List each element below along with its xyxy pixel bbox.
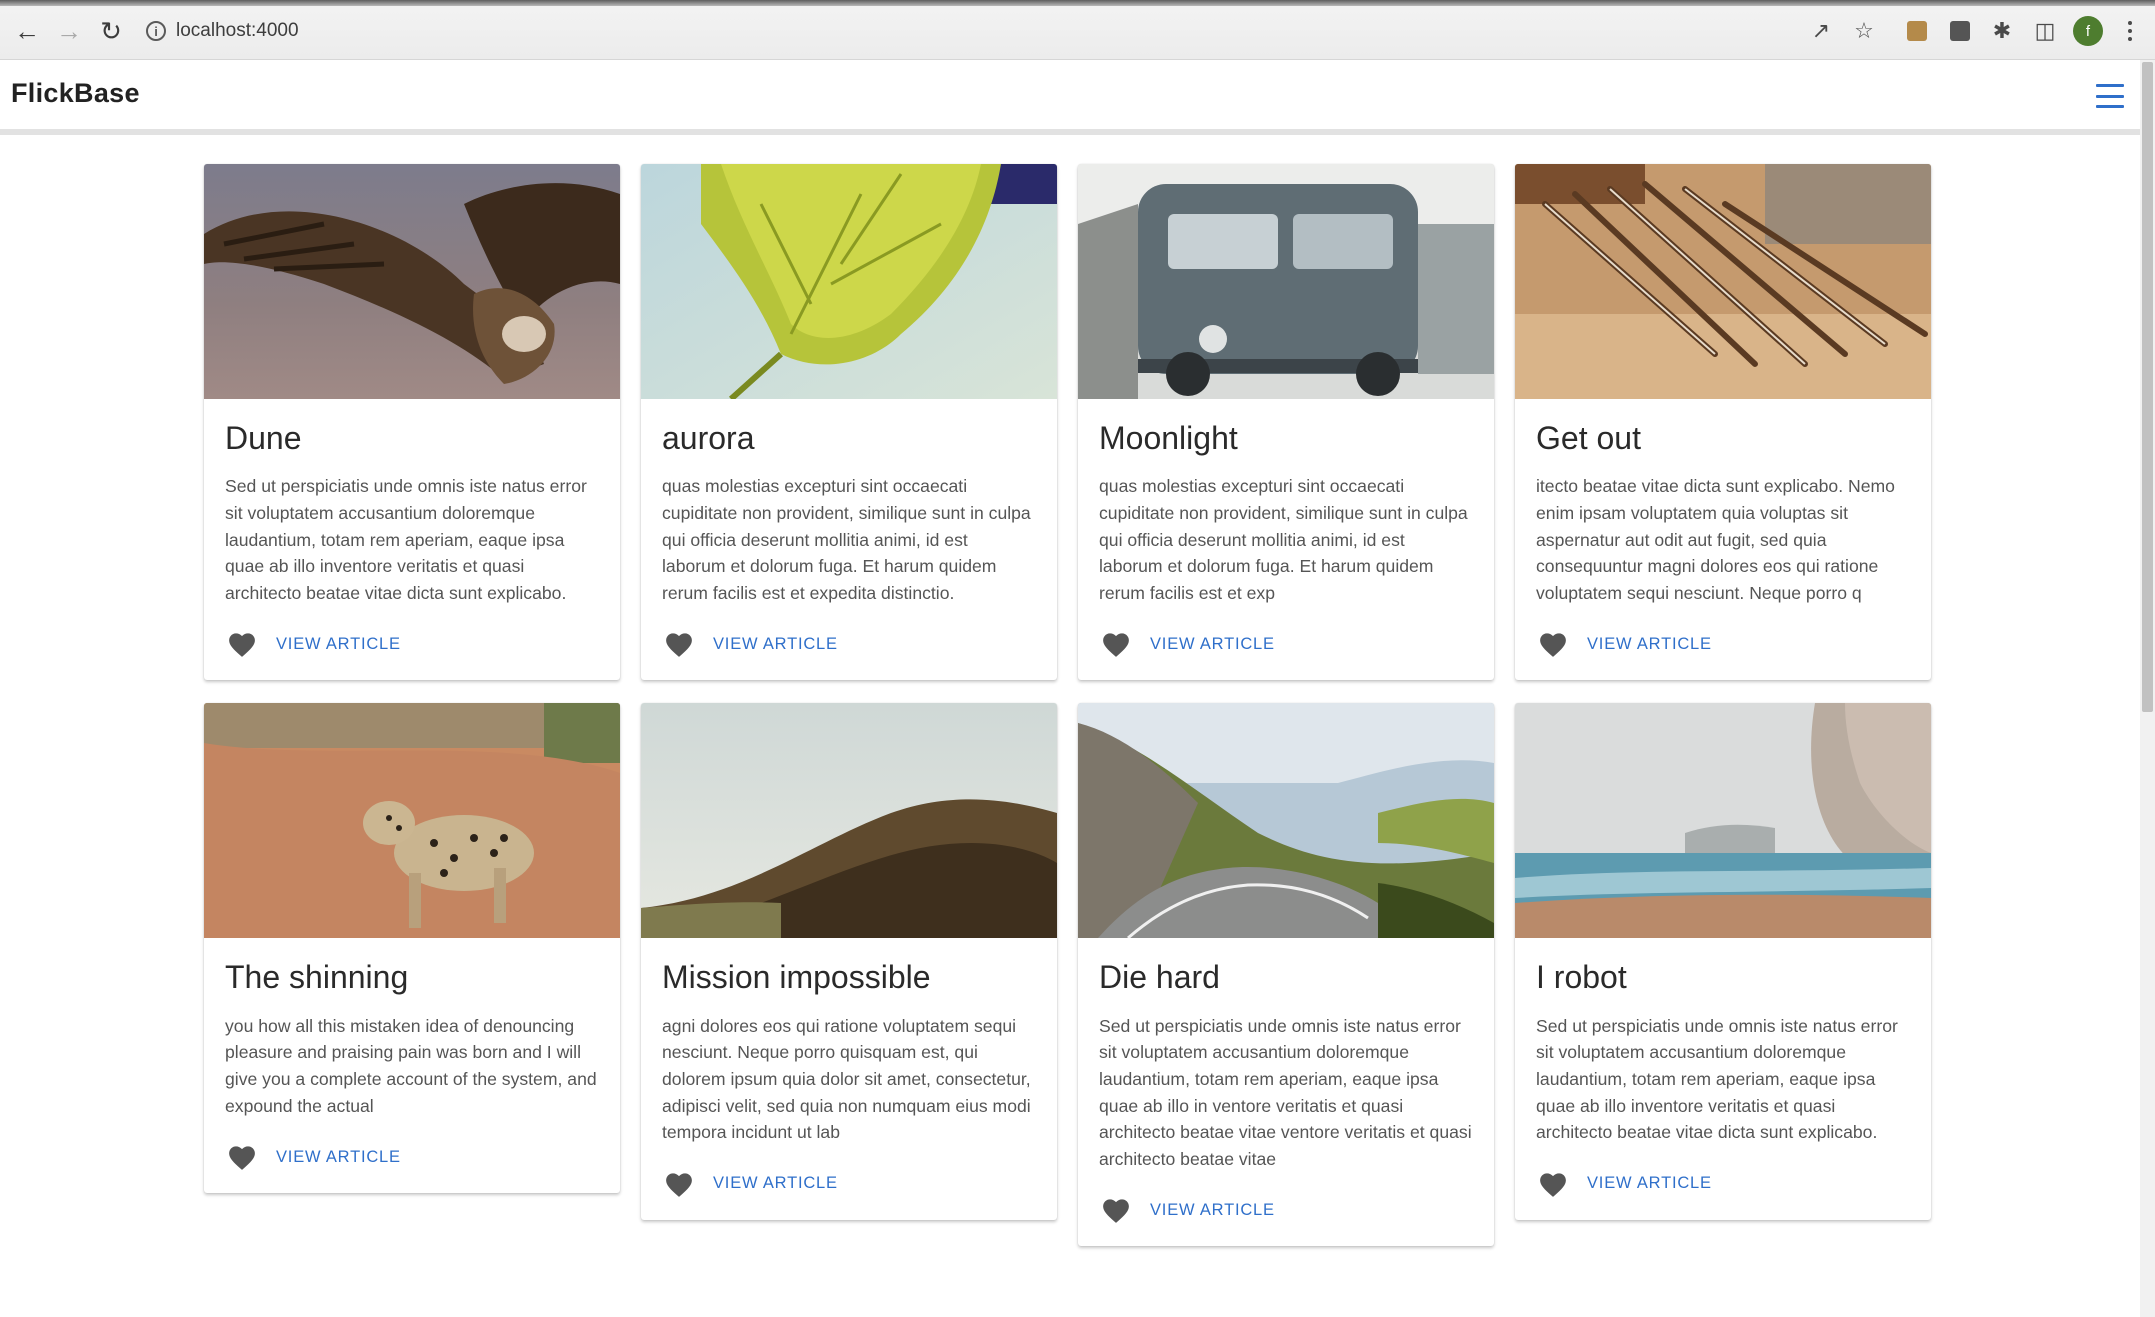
heart-icon[interactable]: [664, 1170, 694, 1198]
site-info-icon[interactable]: i: [146, 21, 166, 41]
share-icon[interactable]: ↗: [1808, 18, 1834, 44]
article-card: Get out itecto beatae vitae dicta sunt e…: [1515, 164, 1931, 681]
article-title: Die hard: [1099, 959, 1220, 996]
heart-icon[interactable]: [227, 630, 257, 658]
article-excerpt: itecto beatae vitae dicta sunt explicabo…: [1536, 476, 1895, 603]
forward-arrow-icon[interactable]: →: [52, 14, 86, 48]
scrollbar-thumb[interactable]: [2142, 62, 2153, 712]
heart-icon[interactable]: [1101, 1196, 1131, 1224]
browser-menu-icon[interactable]: [2122, 16, 2138, 46]
article-title: aurora: [662, 420, 755, 456]
article-image[interactable]: [1078, 703, 1494, 939]
article-image[interactable]: [204, 703, 620, 939]
article-title: Mission impossible: [662, 959, 931, 996]
brand-logo[interactable]: FlickBase: [11, 78, 140, 109]
article-excerpt: quas molestias excepturi sint occaecati …: [662, 476, 1031, 603]
reload-icon[interactable]: ↻: [94, 14, 128, 48]
article-title: Get out: [1536, 420, 1641, 456]
article-excerpt: Sed ut perspiciatis unde omnis iste natu…: [1099, 1015, 1472, 1169]
address-bar[interactable]: i localhost:4000: [146, 14, 299, 48]
hamburger-menu-icon[interactable]: [2096, 84, 2124, 108]
heart-icon[interactable]: [1538, 630, 1568, 658]
article-card: I robot Sed ut perspiciatis unde omnis i…: [1515, 703, 1931, 1220]
article-excerpt: quas molestias excepturi sint occaecati …: [1099, 476, 1468, 603]
view-article-button[interactable]: VIEW ARTICLE: [1150, 635, 1275, 654]
article-title: I robot: [1536, 959, 1627, 996]
profile-avatar[interactable]: f: [2073, 16, 2103, 46]
view-article-button[interactable]: VIEW ARTICLE: [1587, 1174, 1712, 1193]
view-article-button[interactable]: VIEW ARTICLE: [713, 635, 838, 654]
article-image[interactable]: [641, 703, 1057, 939]
heart-icon[interactable]: [664, 630, 694, 658]
article-excerpt: Sed ut perspiciatis unde omnis iste natu…: [1536, 1015, 1898, 1143]
article-card: Die hard Sed ut perspiciatis unde omnis …: [1078, 703, 1494, 1247]
article-title: Moonlight: [1099, 420, 1238, 456]
article-grid: Dune Sed ut perspiciatis unde omnis iste…: [204, 164, 1931, 1247]
view-article-button[interactable]: VIEW ARTICLE: [713, 1174, 838, 1193]
extension-icon[interactable]: [1904, 18, 1930, 44]
article-title: Dune: [225, 420, 302, 456]
article-card: Dune Sed ut perspiciatis unde omnis iste…: [204, 164, 620, 681]
view-article-button[interactable]: VIEW ARTICLE: [276, 635, 401, 654]
article-card: aurora quas molestias excepturi sint occ…: [641, 164, 1057, 681]
article-image[interactable]: [1515, 703, 1931, 939]
article-image[interactable]: [204, 164, 620, 399]
heart-icon[interactable]: [227, 1143, 257, 1171]
article-card: Moonlight quas molestias excepturi sint …: [1078, 164, 1494, 681]
browser-toolbar: ← → ↻ i localhost:4000 ↗ ☆ ✱ ◫ f: [0, 0, 2155, 60]
article-card: Mission impossible agni dolores eos qui …: [641, 703, 1057, 1220]
article-excerpt: Sed ut perspiciatis unde omnis iste natu…: [225, 476, 587, 603]
heart-icon[interactable]: [1538, 1170, 1568, 1198]
back-arrow-icon[interactable]: ←: [10, 14, 44, 48]
article-image[interactable]: [1515, 164, 1931, 399]
article-excerpt: agni dolores eos qui ratione voluptatem …: [662, 1015, 1031, 1143]
article-excerpt: you how all this mistaken idea of denoun…: [225, 1015, 597, 1116]
url-text: localhost:4000: [176, 20, 299, 41]
article-card: The shinning you how all this mistaken i…: [204, 703, 620, 1194]
heart-icon[interactable]: [1101, 630, 1131, 658]
view-article-button[interactable]: VIEW ARTICLE: [276, 1148, 401, 1167]
article-title: The shinning: [225, 959, 409, 996]
view-article-button[interactable]: VIEW ARTICLE: [1587, 635, 1712, 654]
article-image[interactable]: [641, 164, 1057, 399]
app-header: FlickBase: [0, 60, 2140, 135]
bookmark-star-icon[interactable]: ☆: [1851, 18, 1877, 44]
article-image[interactable]: [1078, 164, 1494, 399]
view-article-button[interactable]: VIEW ARTICLE: [1150, 1201, 1275, 1220]
extension-icon[interactable]: [1947, 18, 1973, 44]
puzzle-extensions-icon[interactable]: ✱: [1989, 18, 2015, 44]
side-panel-icon[interactable]: ◫: [2032, 18, 2058, 44]
